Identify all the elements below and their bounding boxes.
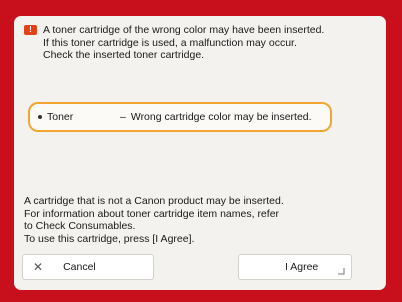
notice-line: To use this cartridge, press [I Agree]. bbox=[24, 232, 195, 245]
cancel-label: Cancel bbox=[63, 261, 96, 273]
notice-line: For information about toner cartridge it… bbox=[24, 207, 280, 220]
notice-text: A cartridge that is not a Canon product … bbox=[24, 195, 376, 245]
alert-item-label: Toner bbox=[47, 111, 74, 123]
alert-message-text: Wrong cartridge color may be inserted. bbox=[130, 111, 312, 123]
dialog-panel: ! A toner cartridge of the wrong color m… bbox=[14, 16, 386, 290]
alert-item: Toner bbox=[30, 111, 120, 123]
agree-button[interactable]: I Agree bbox=[238, 254, 352, 280]
dialog-header: ! A toner cartridge of the wrong color m… bbox=[24, 24, 376, 62]
header-line: Check the inserted toner cartridge. bbox=[43, 49, 205, 61]
header-line: A toner cartridge of the wrong color may… bbox=[43, 24, 325, 36]
notice-line: to Check Consumables. bbox=[24, 220, 136, 232]
close-icon: ✕ bbox=[33, 260, 44, 274]
header-message: A toner cartridge of the wrong color may… bbox=[43, 24, 324, 62]
bullet-icon bbox=[38, 115, 42, 119]
toner-alert-box: Toner – Wrong cartridge color may be ins… bbox=[28, 102, 332, 132]
cancel-button[interactable]: ✕ Cancel bbox=[22, 254, 154, 280]
dash-icon: – bbox=[120, 111, 126, 123]
notice-line: A cartridge that is not a Canon product … bbox=[24, 195, 284, 207]
header-line: If this toner cartridge is used, a malfu… bbox=[43, 36, 297, 49]
agree-label: I Agree bbox=[285, 261, 319, 273]
alert-message: – Wrong cartridge color may be inserted. bbox=[120, 111, 312, 123]
alert-frame: ! A toner cartridge of the wrong color m… bbox=[0, 0, 402, 302]
warning-icon: ! bbox=[24, 25, 37, 35]
enter-corner-icon bbox=[338, 268, 345, 275]
